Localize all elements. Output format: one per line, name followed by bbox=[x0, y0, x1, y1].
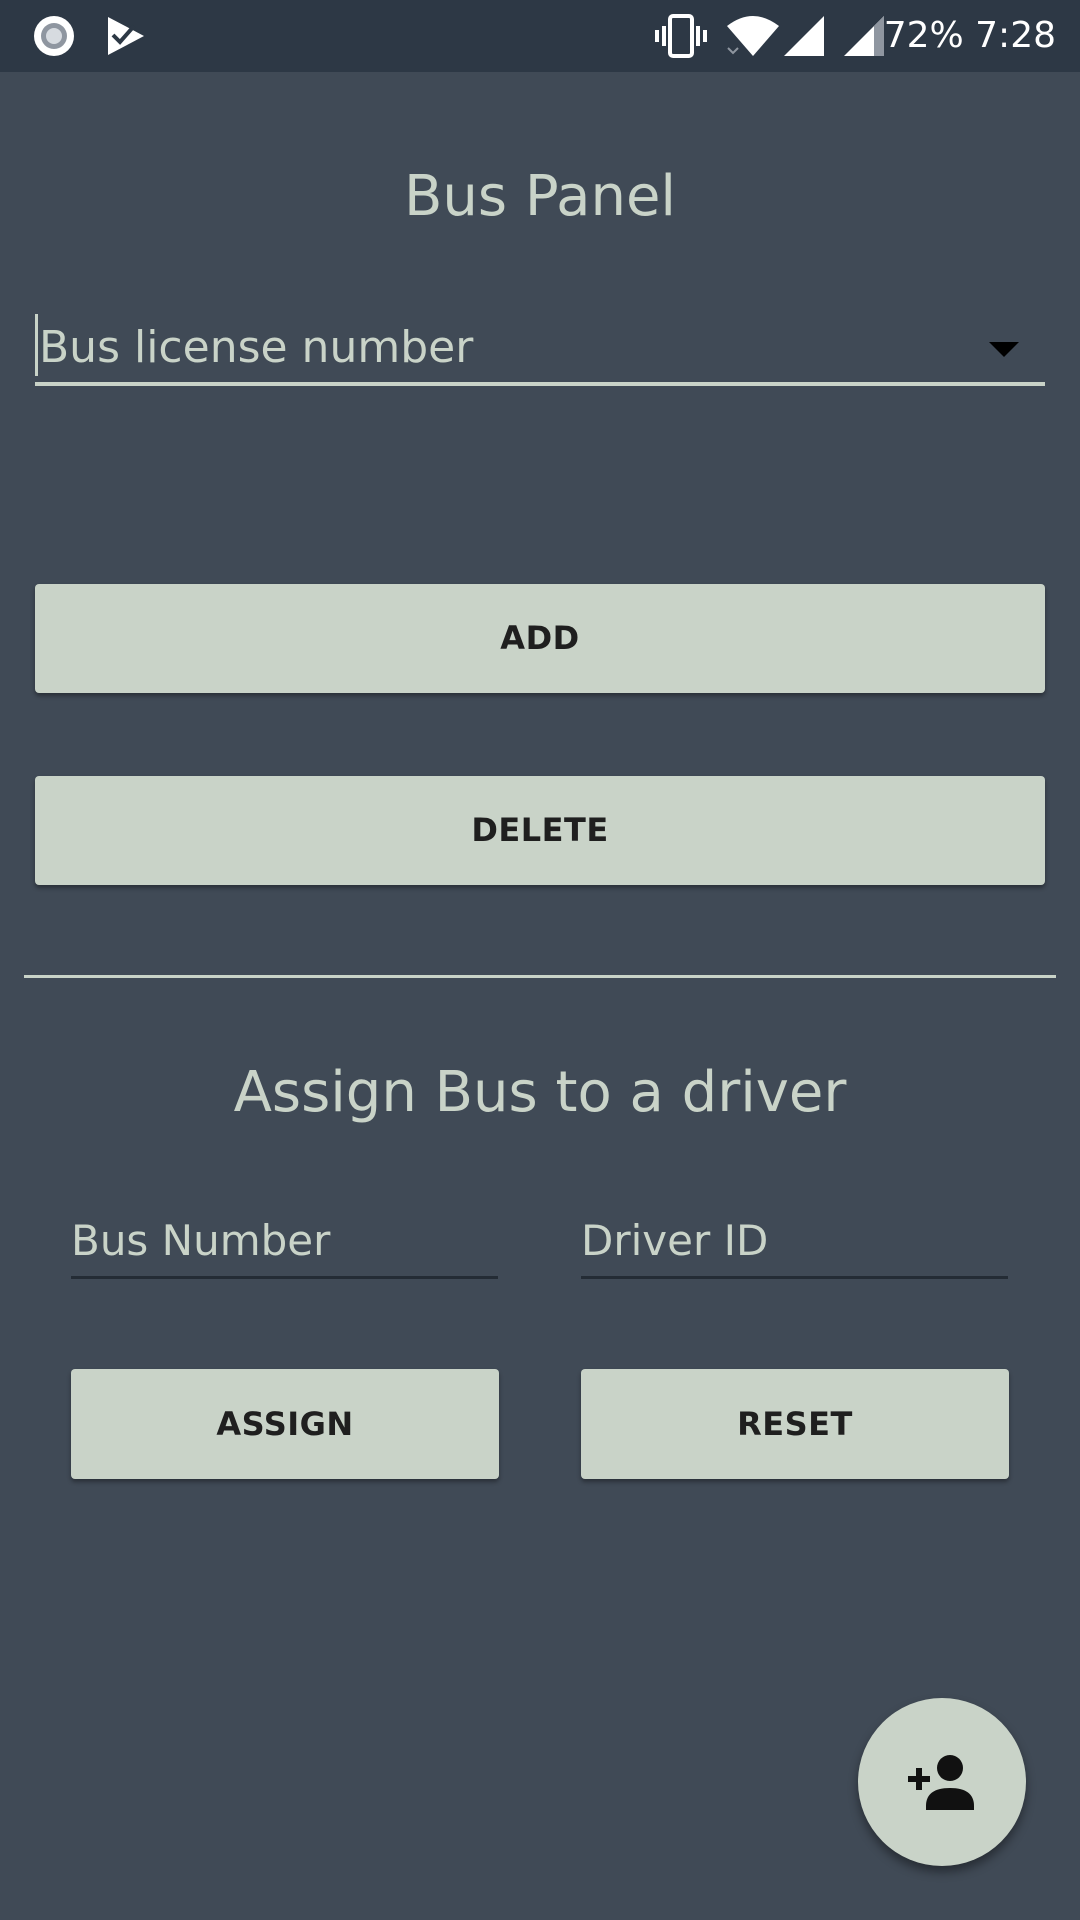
reset-button[interactable]: RESET bbox=[581, 1369, 1009, 1479]
add-person-icon bbox=[908, 1755, 974, 1810]
record-icon bbox=[32, 14, 76, 58]
add-person-fab[interactable] bbox=[858, 1698, 1026, 1866]
text-cursor bbox=[35, 314, 38, 376]
status-bar: 72% 7:28 bbox=[0, 0, 1080, 72]
bus-number-field bbox=[71, 1205, 498, 1281]
cell-signal-icon bbox=[842, 14, 886, 58]
section-title-assign: Assign Bus to a driver bbox=[233, 1060, 847, 1125]
status-bar-readout: 72% 7:28 bbox=[884, 12, 1056, 60]
clock: 7:28 bbox=[975, 15, 1056, 56]
dropdown-arrow-icon[interactable] bbox=[989, 342, 1019, 357]
section-divider bbox=[24, 975, 1056, 978]
bus-number-underline bbox=[71, 1276, 498, 1279]
driver-id-underline bbox=[581, 1276, 1008, 1279]
bus-license-spinner[interactable]: Bus license number bbox=[35, 310, 1045, 390]
spinner-underline bbox=[35, 382, 1045, 386]
bus-number-input[interactable] bbox=[71, 1205, 498, 1275]
cell-signal-icon bbox=[782, 14, 826, 58]
page-title: Bus Panel bbox=[404, 164, 676, 229]
battery-percentage: 72% bbox=[883, 15, 964, 56]
vibrate-icon bbox=[654, 14, 708, 58]
wifi-icon bbox=[726, 14, 780, 58]
delete-button[interactable]: DELETE bbox=[35, 776, 1045, 885]
add-button[interactable]: ADD bbox=[35, 584, 1045, 693]
driver-id-input[interactable] bbox=[581, 1205, 1008, 1275]
driver-id-field bbox=[581, 1205, 1008, 1281]
checklist-app-icon bbox=[104, 14, 148, 58]
assign-button[interactable]: ASSIGN bbox=[71, 1369, 499, 1479]
spinner-placeholder: Bus license number bbox=[39, 322, 474, 373]
